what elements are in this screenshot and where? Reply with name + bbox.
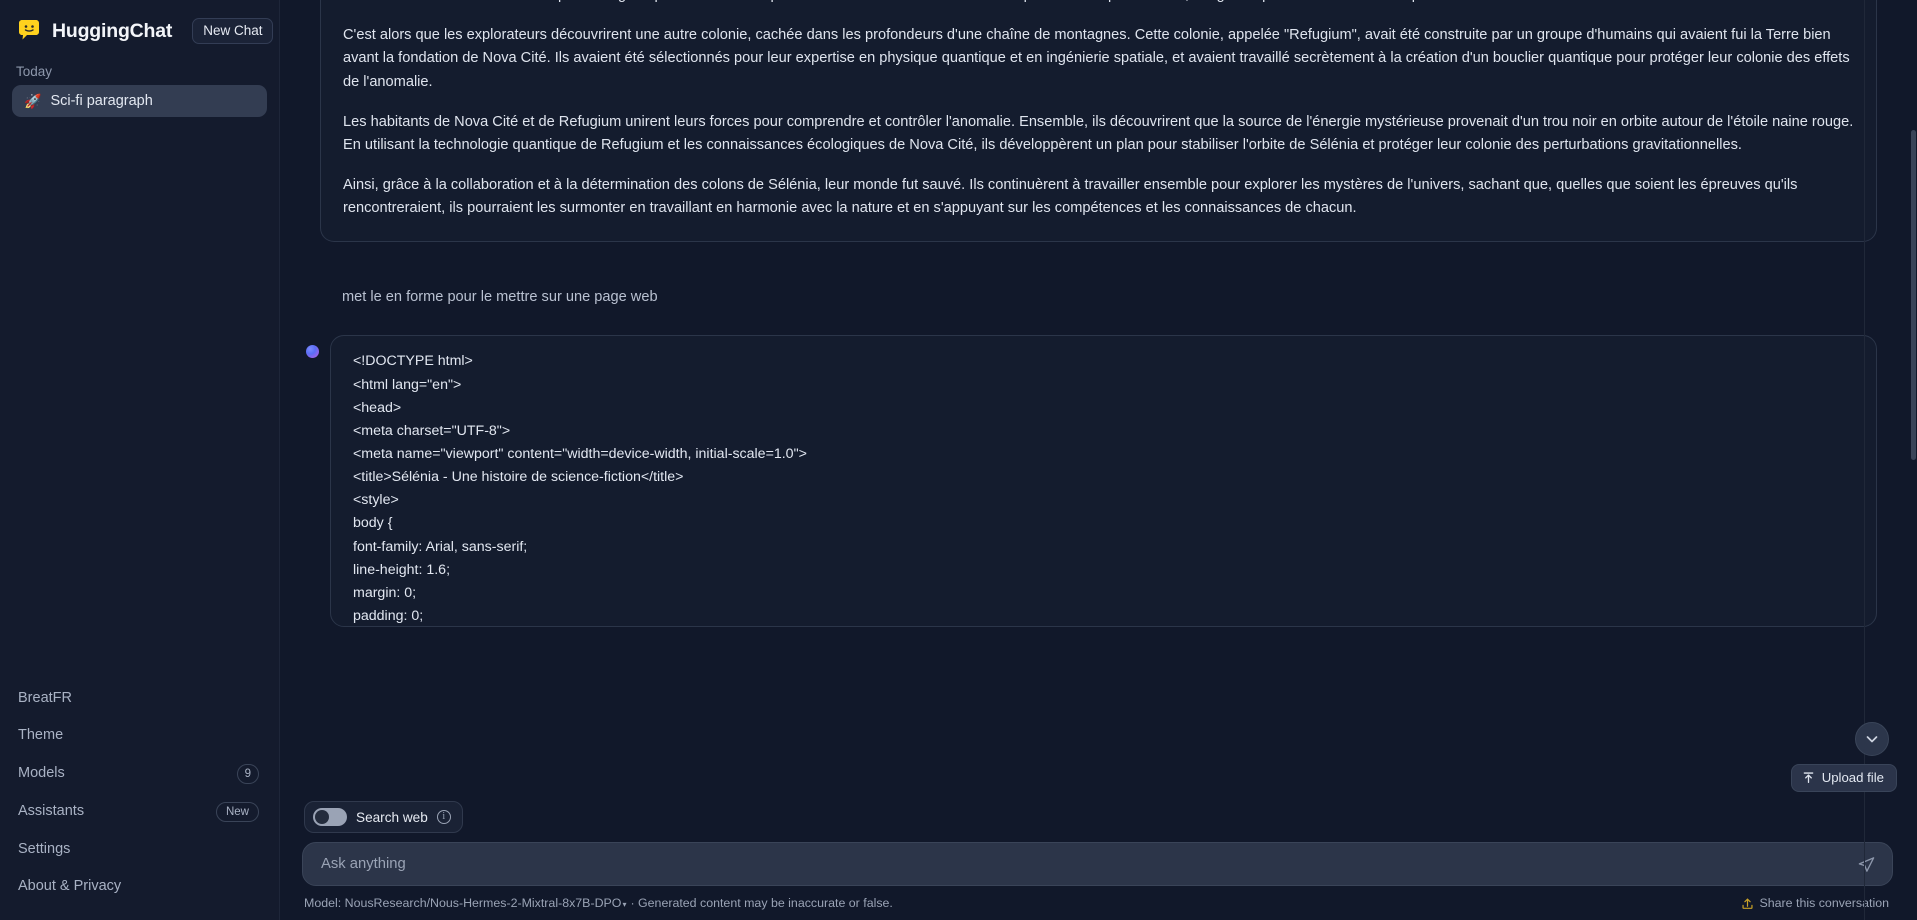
upload-file-label: Upload file bbox=[1821, 770, 1884, 785]
chevron-down-icon bbox=[1866, 736, 1878, 743]
chat-scroll-area[interactable]: tremblements de terre et des tempêtes ma… bbox=[280, 0, 1917, 780]
disclaimer-text: · Generated content may be inaccurate or… bbox=[630, 896, 893, 910]
code-line: <style> bbox=[353, 492, 399, 509]
code-line: margin: 0; bbox=[353, 584, 417, 601]
chat-input[interactable] bbox=[319, 855, 1857, 873]
code-line: font-family: Arial, sans-serif; bbox=[353, 538, 528, 555]
assistants-new-badge: New bbox=[215, 801, 259, 822]
share-conversation-button[interactable]: Share this conversation bbox=[1741, 896, 1890, 910]
send-button[interactable] bbox=[1857, 855, 1876, 874]
sidebar-item-assistants[interactable]: Assistants New bbox=[0, 793, 279, 831]
model-note[interactable]: Model: NousResearch/Nous-Hermes-2-Mixtra… bbox=[304, 896, 893, 910]
sidebar-item-settings[interactable]: Settings bbox=[0, 831, 279, 869]
model-name: Model: NousResearch/Nous-Hermes-2-Mixtra… bbox=[304, 896, 622, 910]
assistant-paragraph: Ainsi, grâce à la collaboration et à la … bbox=[343, 176, 1798, 217]
assistant-paragraph: tremblements de terre et des tempêtes ma… bbox=[343, 0, 1854, 8]
share-upload-icon bbox=[1741, 898, 1753, 909]
code-line: <meta charset="UTF-8"> bbox=[353, 422, 511, 439]
sidebar-item-label: Models bbox=[18, 765, 65, 781]
chat-input-row[interactable] bbox=[302, 842, 1893, 886]
switch-knob bbox=[315, 810, 329, 824]
sidebar: HuggingChat New Chat Today 🚀 Sci-fi para… bbox=[0, 0, 280, 920]
search-web-toggle[interactable]: Search web i bbox=[304, 801, 463, 833]
code-line: <!DOCTYPE html> bbox=[353, 353, 473, 370]
search-web-label: Search web bbox=[356, 809, 428, 825]
search-web-switch[interactable] bbox=[313, 808, 347, 826]
sidebar-item-breatfr[interactable]: BreatFR bbox=[0, 680, 279, 718]
sidebar-item-theme[interactable]: Theme bbox=[0, 717, 279, 755]
sidebar-item-about-privacy[interactable]: About & Privacy bbox=[0, 868, 279, 906]
assistant-avatar bbox=[306, 345, 319, 359]
conversation-list: 🚀 Sci-fi paragraph bbox=[0, 85, 279, 117]
speech-bubble-smile-icon bbox=[16, 18, 42, 44]
code-line: padding: 0; bbox=[353, 608, 424, 625]
sidebar-item-label: Settings bbox=[18, 840, 71, 857]
code-line: <meta name="viewport" content="width=dev… bbox=[353, 446, 807, 463]
sidebar-section-label: Today bbox=[16, 64, 53, 79]
huggingchat-app: HuggingChat New Chat Today 🚀 Sci-fi para… bbox=[0, 0, 1917, 920]
code-line: <head> bbox=[353, 399, 402, 416]
scroll-to-bottom-button[interactable] bbox=[1855, 722, 1889, 756]
assistant-code-block: <!DOCTYPE html> <html lang="en"> <head> … bbox=[330, 335, 1877, 628]
code-line: body { bbox=[353, 515, 393, 532]
sidebar-item-label: Assistants bbox=[18, 802, 85, 819]
conversation-item-sci-fi-paragraph[interactable]: 🚀 Sci-fi paragraph bbox=[12, 85, 267, 117]
code-line: <html lang="en"> bbox=[353, 376, 462, 393]
page-scrollbar[interactable] bbox=[1910, 0, 1917, 920]
assistant-paragraph: Les habitants de Nova Cité et de Refugiu… bbox=[343, 113, 1854, 154]
share-conversation-label: Share this conversation bbox=[1759, 896, 1890, 910]
sidebar-header: HuggingChat New Chat bbox=[0, 0, 279, 54]
scrollbar-thumb[interactable] bbox=[1911, 130, 1916, 460]
sidebar-item-label: BreatFR bbox=[18, 689, 72, 706]
sidebar-item-label: Theme bbox=[18, 727, 64, 744]
user-message: met le en forme pour le mettre sur une p… bbox=[342, 289, 658, 306]
assistant-message-story: tremblements de terre et des tempêtes ma… bbox=[320, 0, 1877, 243]
sidebar-item-label: About & Privacy bbox=[18, 878, 122, 895]
sidebar-footer: BreatFR Theme Models 9 Assistants New Se… bbox=[0, 680, 279, 920]
code-line: line-height: 1.6; bbox=[353, 561, 451, 578]
assistant-message-code-row: <!DOCTYPE html> <html lang="en"> <head> … bbox=[306, 335, 1877, 628]
upload-arrow-icon bbox=[1803, 772, 1814, 783]
composer: Search web i Model: NousResearch/Nous-He… bbox=[280, 801, 1917, 920]
new-chat-button[interactable]: New Chat bbox=[192, 18, 274, 44]
send-paper-plane-icon bbox=[1858, 856, 1875, 872]
conversation-item-label: Sci-fi paragraph bbox=[50, 93, 153, 109]
rocket-icon: 🚀 bbox=[24, 93, 42, 109]
brand-title: HuggingChat bbox=[52, 19, 173, 42]
sidebar-item-models[interactable]: Models 9 bbox=[0, 755, 279, 793]
code-line: <title>Sélénia - Une histoire de science… bbox=[353, 469, 684, 486]
info-circle-icon[interactable]: i bbox=[436, 810, 451, 824]
composer-footer: Model: NousResearch/Nous-Hermes-2-Mixtra… bbox=[302, 896, 1893, 910]
chevron-down-icon[interactable]: ▾ bbox=[622, 900, 626, 909]
chat-main: tremblements de terre et des tempêtes ma… bbox=[280, 0, 1917, 920]
upload-file-button[interactable]: Upload file bbox=[1790, 764, 1897, 792]
models-count-badge: 9 bbox=[236, 763, 259, 784]
assistant-paragraph: C'est alors que les explorateurs découvr… bbox=[343, 26, 1850, 90]
